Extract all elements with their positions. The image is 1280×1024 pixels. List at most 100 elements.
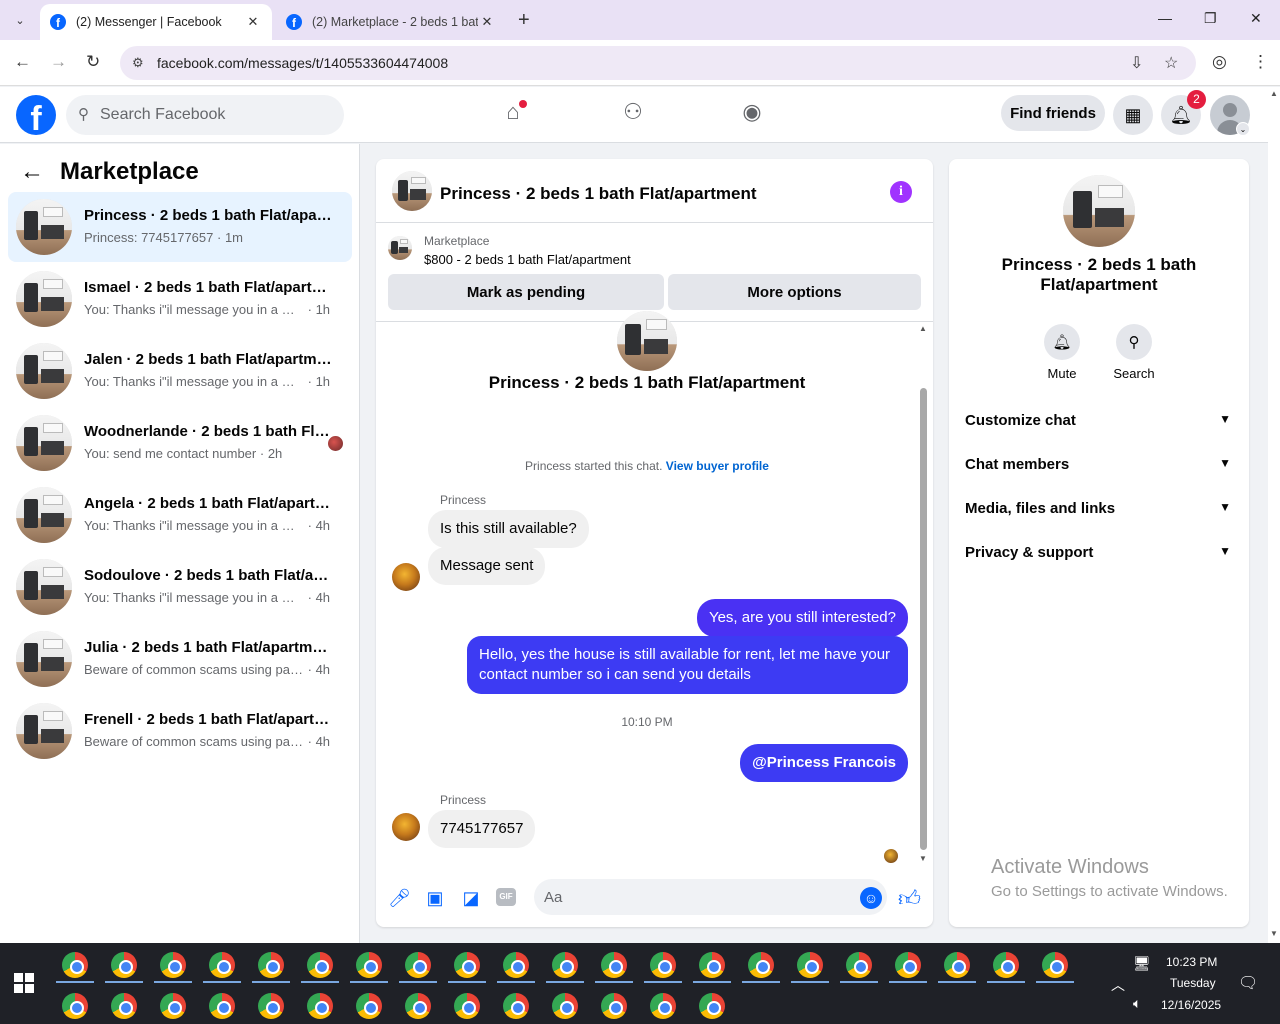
clock-time[interactable]: 10:23 PM xyxy=(1166,955,1217,969)
taskbar-browser-icon[interactable] xyxy=(1042,952,1068,978)
taskbar-browser-icon[interactable] xyxy=(993,952,1019,978)
account-chevron-icon[interactable]: ⌄ xyxy=(1236,122,1250,136)
site-info-icon[interactable]: ⚙ xyxy=(132,55,144,71)
taskbar-browser-icon[interactable] xyxy=(307,952,333,978)
taskbar-browser-icon[interactable] xyxy=(552,952,578,978)
mark-as-pending-button[interactable]: Mark as pending xyxy=(388,274,664,310)
close-window-icon[interactable]: ✕ xyxy=(1250,10,1262,27)
friends-icon[interactable]: ⚇ xyxy=(618,99,648,129)
message-bubble-outgoing[interactable]: Hello, yes the house is still available … xyxy=(467,636,908,694)
taskbar-browser-icon[interactable] xyxy=(258,952,284,978)
taskbar-browser-icon[interactable] xyxy=(699,952,725,978)
tray-chevron-icon[interactable]: ︿ xyxy=(1111,975,1125,995)
windows-start-icon[interactable] xyxy=(14,973,34,993)
install-app-icon[interactable]: ⇩ xyxy=(1130,53,1143,73)
chat-title[interactable]: Princess · 2 beds 1 bath Flat/apartment xyxy=(440,184,756,204)
taskbar-browser-icon[interactable] xyxy=(797,952,823,978)
browser-menu-icon[interactable]: ⋮ xyxy=(1252,52,1269,72)
conversation-item[interactable]: Jalen · 2 beds 1 bath Flat/apartment You:… xyxy=(8,336,352,406)
taskbar-browser-icon[interactable] xyxy=(307,993,333,1019)
sender-avatar[interactable] xyxy=(392,813,420,841)
forward-icon[interactable]: → xyxy=(50,52,67,72)
gif-icon[interactable]: GIF xyxy=(496,888,516,906)
close-tab-icon[interactable]: ✕ xyxy=(244,14,262,30)
search-in-chat-button[interactable]: ⚲ Search xyxy=(1104,324,1164,381)
back-icon[interactable]: ← xyxy=(14,52,31,72)
taskbar-browser-icon[interactable] xyxy=(62,993,88,1019)
conversation-item[interactable]: Ismael · 2 beds 1 bath Flat/apartment You… xyxy=(8,264,352,334)
taskbar-browser-icon[interactable] xyxy=(601,952,627,978)
taskbar-browser-icon[interactable] xyxy=(111,952,137,978)
chat-scroll-thumb[interactable] xyxy=(920,388,927,850)
sticker-icon[interactable]: ◪ xyxy=(460,887,482,909)
taskbar-browser-icon[interactable] xyxy=(699,993,725,1019)
conversation-item[interactable]: Princess · 2 beds 1 bath Flat/apartment P… xyxy=(8,192,352,262)
message-bubble-incoming[interactable]: 7745177657 xyxy=(428,810,536,848)
taskbar-browser-icon[interactable] xyxy=(601,993,627,1019)
taskbar-browser-icon[interactable] xyxy=(160,952,186,978)
taskbar-browser-icon[interactable] xyxy=(944,952,970,978)
mute-button[interactable]: 🔔︎ Mute xyxy=(1032,324,1092,381)
taskbar-browser-icon[interactable] xyxy=(405,952,431,978)
info-thumbnail[interactable] xyxy=(1063,175,1135,247)
section-customize-chat[interactable]: Customize chat ▼ xyxy=(965,412,1235,440)
new-tab-icon[interactable]: + xyxy=(518,9,530,32)
conversation-item[interactable]: Woodnerlande · 2 beds 1 bath Flat/apartm… xyxy=(8,408,352,478)
scroll-up-icon[interactable]: ▲ xyxy=(1270,89,1278,98)
taskbar-browser-icon[interactable] xyxy=(748,952,774,978)
profile-icon[interactable]: ◎ xyxy=(1212,52,1227,72)
section-privacy-support[interactable]: Privacy & support ▼ xyxy=(965,544,1235,572)
taskbar-browser-icon[interactable] xyxy=(895,952,921,978)
tab-search-chevron-icon[interactable]: ⌄ xyxy=(8,8,32,32)
view-buyer-profile-link[interactable]: View buyer profile xyxy=(666,459,769,473)
more-options-button[interactable]: More options xyxy=(668,274,921,310)
info-icon[interactable]: i xyxy=(890,181,912,203)
page-scrollbar[interactable]: ▲ ▼ xyxy=(1268,87,1280,943)
network-icon[interactable]: 🖥︎ xyxy=(1133,955,1151,972)
scroll-down-icon[interactable]: ▼ xyxy=(1270,929,1278,938)
notification-center-icon[interactable]: 🗨︎ xyxy=(1238,973,1258,993)
taskbar-browser-icon[interactable] xyxy=(356,993,382,1019)
taskbar-browser-icon[interactable] xyxy=(454,952,480,978)
listing-thumbnail[interactable] xyxy=(388,236,412,260)
taskbar-browser-icon[interactable] xyxy=(160,993,186,1019)
menu-grid-icon[interactable]: ▦ xyxy=(1113,95,1153,135)
message-bubble-outgoing[interactable]: Yes, are you still interested? xyxy=(696,599,908,637)
microphone-icon[interactable]: 🎤︎ xyxy=(388,887,411,909)
facebook-search[interactable]: ⚲ xyxy=(66,95,344,135)
listing-price[interactable]: $800 - 2 beds 1 bath Flat/apartment xyxy=(424,252,631,267)
message-input[interactable] xyxy=(534,879,887,915)
restore-icon[interactable]: ❐ xyxy=(1204,10,1217,27)
conversation-item[interactable]: Sodoulove · 2 beds 1 bath Flat/apartment… xyxy=(8,552,352,622)
reload-icon[interactable]: ↻ xyxy=(86,52,100,72)
taskbar-browser-icon[interactable] xyxy=(503,952,529,978)
message-bubble-incoming[interactable]: Message sent xyxy=(428,547,546,585)
thumbs-up-icon[interactable]: 👍︎ xyxy=(898,885,921,912)
taskbar-browser-icon[interactable] xyxy=(650,952,676,978)
taskbar-browser-icon[interactable] xyxy=(209,993,235,1019)
taskbar-browser-icon[interactable] xyxy=(846,952,872,978)
conversation-item[interactable]: Angela · 2 beds 1 bath Flat/apartment You… xyxy=(8,480,352,550)
conversation-item[interactable]: Frenell · 2 beds 1 bath Flat/apartment Be… xyxy=(8,696,352,766)
chat-scrollbar[interactable]: ▲ ▼ xyxy=(917,324,929,864)
conversation-item[interactable]: Julia · 2 beds 1 bath Flat/apartment Bewa… xyxy=(8,624,352,694)
clock-day[interactable]: Tuesday xyxy=(1170,976,1216,990)
tab-messenger[interactable]: f (2) Messenger | Facebook ✕ xyxy=(40,4,272,40)
emoji-icon[interactable]: ☺ xyxy=(860,887,882,909)
scroll-down-icon[interactable]: ▼ xyxy=(919,854,927,863)
bookmark-star-icon[interactable]: ☆ xyxy=(1164,53,1178,73)
taskbar-browser-icon[interactable] xyxy=(209,952,235,978)
taskbar-browser-icon[interactable] xyxy=(62,952,88,978)
groups-icon[interactable]: ◉ xyxy=(737,99,767,129)
taskbar-browser-icon[interactable] xyxy=(454,993,480,1019)
search-input[interactable] xyxy=(100,95,330,135)
taskbar-browser-icon[interactable] xyxy=(552,993,578,1019)
close-tab-icon[interactable]: ✕ xyxy=(478,14,496,30)
find-friends-button[interactable]: Find friends xyxy=(1001,95,1105,131)
chat-header-thumbnail[interactable] xyxy=(392,171,432,211)
tab-marketplace[interactable]: f (2) Marketplace - 2 beds 1 bath ✕ xyxy=(276,4,506,40)
mention-bubble-outgoing[interactable]: @Princess Francois xyxy=(740,744,908,782)
clock-date[interactable]: 12/16/2025 xyxy=(1161,998,1221,1012)
taskbar-browser-icon[interactable] xyxy=(356,952,382,978)
sender-avatar[interactable] xyxy=(392,563,420,591)
